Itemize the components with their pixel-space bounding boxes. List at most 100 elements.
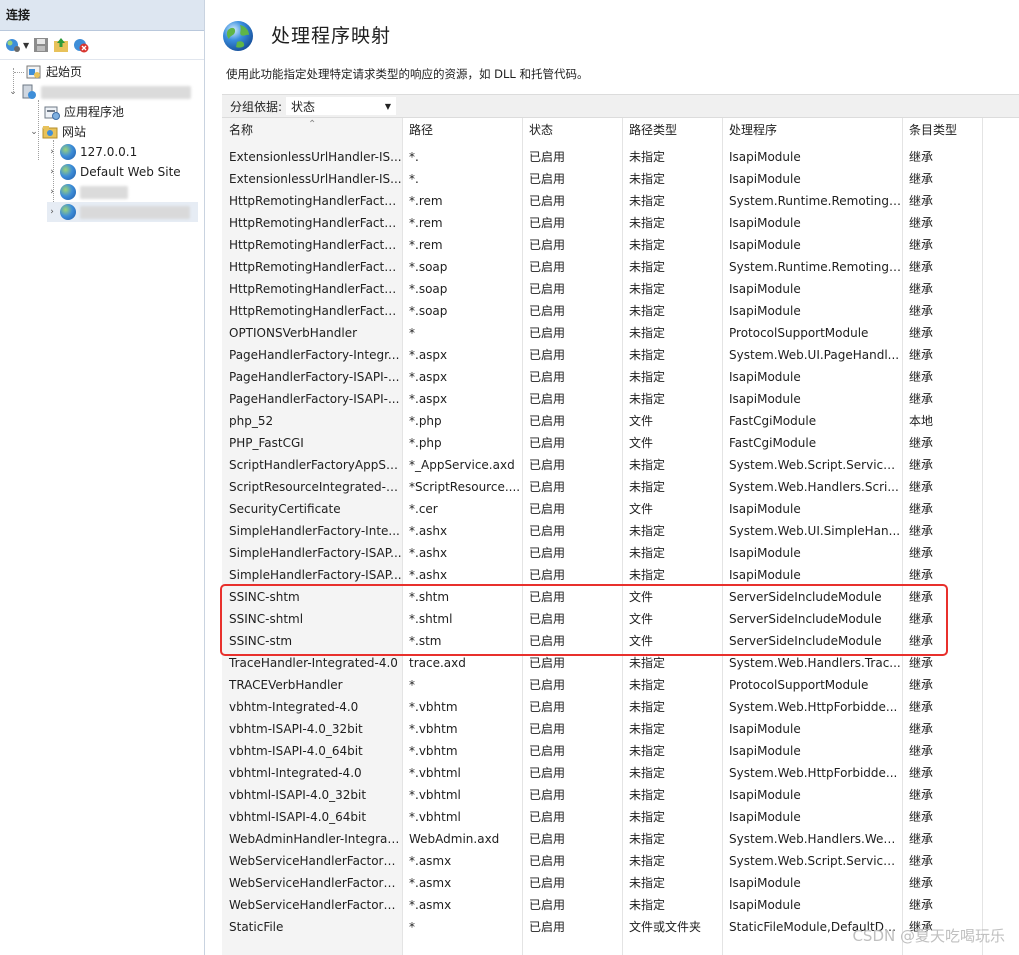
cell-entry-type: 继承	[909, 480, 934, 494]
table-row[interactable]: SSINC-shtm *.shtm 已启用 文件 ServerSideIncludeMo…	[222, 586, 1019, 608]
table-row[interactable]: TraceHandler-Integrated-4.0 trace.axd 已启用 未…	[222, 652, 1019, 674]
cell-entry-type: 继承	[909, 370, 934, 384]
table-row[interactable]: PHP_FastCGI *.php 已启用 文件 FastCgiModule 继承	[222, 432, 1019, 454]
column-header-path-type[interactable]: 路径类型	[622, 118, 722, 142]
table-row[interactable]: ExtensionlessUrlHandler-IS... *. 已启用 未指定 Isa…	[222, 146, 1019, 168]
collapse-chevron-icon[interactable]: ⌄	[29, 122, 39, 142]
cell-entry-type: 本地	[909, 414, 934, 428]
cell-path-type: 文件	[629, 612, 654, 626]
table-row[interactable]: ExtensionlessUrlHandler-IS... *. 已启用 未指定 Isa…	[222, 168, 1019, 190]
table-row[interactable]: vbhtml-Integrated-4.0 *.vbhtml 已启用 未指定 Syste…	[222, 762, 1019, 784]
table-row[interactable]: WebAdminHandler-Integrat... WebAdmin.axd 已…	[222, 828, 1019, 850]
cell-entry-type: 继承	[909, 590, 934, 604]
cell-handler: ProtocolSupportModule	[729, 326, 869, 340]
expand-chevron-icon[interactable]: ›	[47, 162, 57, 182]
cell-handler: System.Web.HttpForbidde...	[729, 766, 898, 780]
cell-name: TRACEVerbHandler	[229, 678, 343, 692]
table-row[interactable]: SimpleHandlerFactory-ISAP... *.ashx 已启用 未指定…	[222, 564, 1019, 586]
group-by-label: 分组依据:	[230, 99, 283, 114]
cell-name: SecurityCertificate	[229, 502, 341, 516]
cell-handler: System.Web.HttpForbidde...	[729, 700, 898, 714]
table-row[interactable]: php_52 *.php 已启用 文件 FastCgiModule 本地	[222, 410, 1019, 432]
table-row[interactable]: HttpRemotingHandlerFacto... *.soap 已启用 未指定 S…	[222, 256, 1019, 278]
table-row[interactable]: vbhtm-ISAPI-4.0_64bit *.vbhtm 已启用 未指定 IsapiM…	[222, 740, 1019, 762]
table-row[interactable]: WebServiceHandlerFactory-... *.asmx 已启用 未指定…	[222, 894, 1019, 916]
tree-item-site-selected[interactable]: ›	[47, 202, 198, 222]
connect-icon[interactable]	[5, 37, 21, 53]
table-row[interactable]: WebServiceHandlerFactory-... *.asmx 已启用 未指定…	[222, 872, 1019, 894]
cell-path-type: 文件	[629, 414, 654, 428]
cell-state: 已启用	[529, 502, 566, 516]
table-row[interactable]: TRACEVerbHandler * 已启用 未指定 ProtocolSupportMo…	[222, 674, 1019, 696]
cell-handler: IsapiModule	[729, 238, 801, 252]
cell-path: *.ashx	[409, 546, 448, 560]
table-row[interactable]: HttpRemotingHandlerFacto... *.soap 已启用 未指定 I…	[222, 300, 1019, 322]
column-header-path[interactable]: 路径	[402, 118, 522, 142]
expand-chevron-icon[interactable]: ›	[47, 182, 57, 202]
column-header-state[interactable]: 状态	[522, 118, 622, 142]
cell-name: vbhtm-ISAPI-4.0_32bit	[229, 722, 363, 736]
table-row[interactable]: vbhtm-ISAPI-4.0_32bit *.vbhtm 已启用 未指定 IsapiM…	[222, 718, 1019, 740]
save-icon[interactable]	[33, 37, 49, 53]
table-row[interactable]: PageHandlerFactory-Integr... *.aspx 已启用 未指定…	[222, 344, 1019, 366]
disconnect-icon[interactable]	[73, 37, 89, 53]
cell-handler: System.Runtime.Remoting....	[729, 260, 902, 274]
cell-name: vbhtml-Integrated-4.0	[229, 766, 362, 780]
column-header-entry-type[interactable]: 条目类型	[902, 118, 982, 142]
cell-entry-type: 继承	[909, 282, 934, 296]
collapse-chevron-icon[interactable]: ⌄	[8, 82, 18, 102]
cell-state: 已启用	[529, 458, 566, 472]
table-row[interactable]: SimpleHandlerFactory-Inte... *.ashx 已启用 未指定…	[222, 520, 1019, 542]
cell-entry-type: 继承	[909, 854, 934, 868]
table-row[interactable]: HttpRemotingHandlerFacto... *.soap 已启用 未指定 I…	[222, 278, 1019, 300]
cell-handler: System.Web.Handlers.Web...	[729, 832, 902, 846]
table-row[interactable]: vbhtml-ISAPI-4.0_32bit *.vbhtml 已启用 未指定 Isap…	[222, 784, 1019, 806]
cell-path-type: 未指定	[629, 150, 666, 164]
tree-item-app-pools[interactable]: 应用程序池	[44, 102, 124, 122]
table-row[interactable]: ScriptHandlerFactoryAppSe... *_AppService…	[222, 454, 1019, 476]
table-row[interactable]: PageHandlerFactory-ISAPI-... *.aspx 已启用 未指定…	[222, 388, 1019, 410]
table-header: 名称 ⌃ 路径 状态 路径类型 处理程序 条目类型	[222, 118, 1019, 142]
tree-item-site-127[interactable]: › 127.0.0.1	[47, 142, 137, 162]
tree-item-server[interactable]: ⌄	[8, 82, 191, 102]
cell-path-type: 文件或文件夹	[629, 920, 702, 934]
cell-handler: ServerSideIncludeModule	[729, 612, 882, 626]
table-row[interactable]: HttpRemotingHandlerFacto... *.rem 已启用 未指定 Is…	[222, 212, 1019, 234]
table-row[interactable]: SSINC-shtml *.shtml 已启用 文件 ServerSideInclude…	[222, 608, 1019, 630]
cell-path: *.aspx	[409, 348, 448, 362]
group-by-select[interactable]: 状态 ▼	[286, 97, 397, 115]
globe-icon	[60, 204, 76, 220]
cell-name: vbhtm-ISAPI-4.0_64bit	[229, 744, 363, 758]
cell-entry-type: 继承	[909, 326, 934, 340]
table-row[interactable]: OPTIONSVerbHandler * 已启用 未指定 ProtocolSupport…	[222, 322, 1019, 344]
expand-chevron-icon[interactable]: ›	[47, 202, 57, 222]
table-row[interactable]: HttpRemotingHandlerFacto... *.rem 已启用 未指定 Sy…	[222, 190, 1019, 212]
table-row[interactable]: PageHandlerFactory-ISAPI-... *.aspx 已启用 未指定…	[222, 366, 1019, 388]
cell-entry-type: 继承	[909, 524, 934, 538]
column-header-name[interactable]: 名称 ⌃	[222, 118, 402, 142]
table-row[interactable]: SimpleHandlerFactory-ISAP... *.ashx 已启用 未指定…	[222, 542, 1019, 564]
connect-dropdown-caret[interactable]: ▼	[23, 41, 29, 50]
cell-entry-type: 继承	[909, 502, 934, 516]
table-row[interactable]: SSINC-stm *.stm 已启用 文件 ServerSideIncludeModu…	[222, 630, 1019, 652]
cell-name: HttpRemotingHandlerFacto...	[229, 282, 402, 296]
cell-path: *.shtm	[409, 590, 450, 604]
table-row[interactable]: WebServiceHandlerFactory-... *.asmx 已启用 未指定…	[222, 850, 1019, 872]
expand-chevron-icon[interactable]: ›	[47, 142, 57, 162]
column-header-handler[interactable]: 处理程序	[722, 118, 902, 142]
app-pool-icon	[44, 104, 60, 120]
tree-item-start-page[interactable]: 起始页	[26, 62, 82, 82]
tree-item-sites[interactable]: ⌄ 网站	[29, 122, 86, 142]
table-row[interactable]: HttpRemotingHandlerFacto... *.rem 已启用 未指定 Is…	[222, 234, 1019, 256]
tree-item-site-redacted[interactable]: ›	[47, 182, 128, 202]
up-icon[interactable]	[53, 37, 69, 53]
cell-state: 已启用	[529, 678, 566, 692]
cell-state: 已启用	[529, 590, 566, 604]
table-row[interactable]: vbhtml-ISAPI-4.0_64bit *.vbhtml 已启用 未指定 Isap…	[222, 806, 1019, 828]
table-row[interactable]: SecurityCertificate *.cer 已启用 文件 IsapiModule…	[222, 498, 1019, 520]
tree-item-default-web-site[interactable]: › Default Web Site	[47, 162, 181, 182]
table-row[interactable]: ScriptResourceIntegrated-4.0 *ScriptResou…	[222, 476, 1019, 498]
cell-name: HttpRemotingHandlerFacto...	[229, 194, 402, 208]
cell-state: 已启用	[529, 150, 566, 164]
table-row[interactable]: vbhtm-Integrated-4.0 *.vbhtm 已启用 未指定 System.…	[222, 696, 1019, 718]
